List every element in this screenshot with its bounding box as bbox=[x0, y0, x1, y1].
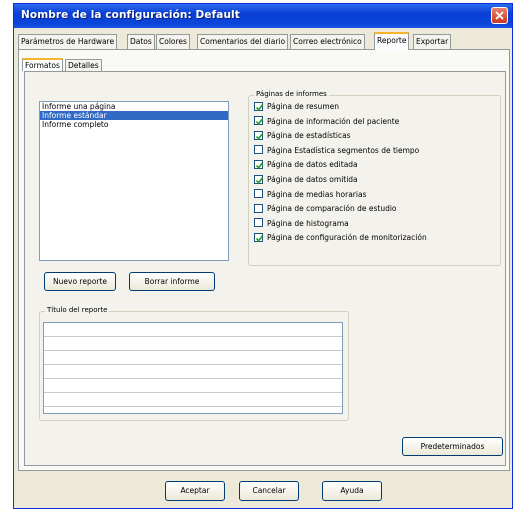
main-tabs: Parámetros de Hardware Datos Colores Com… bbox=[18, 32, 508, 50]
page-checkbox-row[interactable]: Página de medias horarias bbox=[254, 189, 366, 200]
window-title: Nombre de la configuración: Default bbox=[21, 9, 240, 21]
unchecked-checkbox[interactable] bbox=[254, 203, 263, 213]
unchecked-checkbox[interactable] bbox=[254, 145, 263, 155]
checkbox-label: Página Estadística segmentos de tiempo bbox=[267, 145, 420, 155]
checkbox-label: Página de datos omitida bbox=[267, 175, 358, 184]
subtab-formats[interactable]: Formatos bbox=[22, 58, 63, 71]
page-checkbox-row[interactable]: Página de datos omitida bbox=[254, 174, 358, 185]
report-title-group: Título del reporte bbox=[39, 306, 349, 421]
checkbox-label: Página de resumen bbox=[267, 102, 339, 111]
page-checkbox-row[interactable]: Página de comparación de estudio bbox=[254, 203, 397, 214]
close-icon bbox=[495, 11, 504, 20]
page-checkbox-row[interactable]: Página de información del paciente bbox=[254, 116, 399, 127]
report-list[interactable]: Informe una página Informe estándar Info… bbox=[39, 101, 229, 261]
page-checkbox-row[interactable]: Página de datos editada bbox=[254, 159, 358, 170]
title-line bbox=[44, 337, 342, 351]
defaults-button[interactable]: Predeterminados bbox=[402, 437, 503, 456]
title-line bbox=[44, 393, 342, 407]
tab-hardware[interactable]: Parámetros de Hardware bbox=[18, 34, 118, 49]
tab-export[interactable]: Exportar bbox=[413, 34, 452, 49]
checked-checkbox[interactable] bbox=[254, 174, 264, 184]
checkmark-icon bbox=[255, 132, 264, 140]
page-checkbox-row[interactable]: Página de configuración de monitorizació… bbox=[254, 232, 427, 243]
tab-colors[interactable]: Colores bbox=[156, 34, 190, 49]
title-line bbox=[44, 379, 342, 393]
title-line bbox=[44, 351, 342, 365]
title-line bbox=[44, 365, 342, 379]
close-button[interactable] bbox=[491, 7, 508, 24]
report-pages-group: Páginas de informes Página de resumen Pág… bbox=[248, 90, 501, 266]
list-item[interactable]: Informe una página bbox=[40, 102, 228, 111]
checkbox-label: Página de datos editada bbox=[267, 160, 358, 170]
formats-panel: Informe una página Informe estándar Info… bbox=[24, 71, 506, 466]
checked-checkbox[interactable] bbox=[254, 159, 264, 169]
checkbox-label: Página de medias horarias bbox=[267, 189, 367, 199]
checkmark-icon bbox=[255, 162, 264, 169]
checkmark-icon bbox=[255, 118, 264, 126]
new-report-button[interactable]: Nuevo reporte bbox=[44, 272, 116, 291]
accept-button[interactable]: Aceptar bbox=[165, 481, 225, 501]
title-bar[interactable]: Nombre de la configuración: Default bbox=[14, 4, 512, 28]
report-panel: Formatos Detalles Informe una página Inf… bbox=[18, 49, 510, 471]
tab-data[interactable]: Datos bbox=[127, 34, 155, 49]
checked-checkbox[interactable] bbox=[254, 116, 264, 126]
unchecked-checkbox[interactable] bbox=[254, 218, 263, 228]
checkbox-label: Página de configuración de monitorizació… bbox=[267, 233, 427, 243]
checkmark-icon bbox=[255, 103, 264, 111]
checkbox-label: Página de histograma bbox=[267, 218, 349, 228]
cancel-button[interactable]: Cancelar bbox=[239, 481, 299, 501]
checked-checkbox[interactable] bbox=[254, 232, 264, 242]
checkmark-icon bbox=[255, 176, 264, 184]
unchecked-checkbox[interactable] bbox=[254, 189, 263, 199]
page-checkbox-row[interactable]: Página de resumen bbox=[254, 101, 339, 112]
checkbox-label: Página de información del paciente bbox=[267, 116, 400, 126]
list-item[interactable]: Informe completo bbox=[40, 120, 228, 129]
configuration-window: Nombre de la configuración: Default Pará… bbox=[13, 3, 513, 509]
report-title-group-label: Título del reporte bbox=[45, 306, 110, 314]
delete-report-button[interactable]: Borrar informe bbox=[129, 272, 215, 291]
checked-checkbox[interactable] bbox=[254, 101, 264, 111]
checkbox-label: Página de comparación de estudio bbox=[267, 204, 397, 214]
tab-report[interactable]: Reporte bbox=[374, 32, 410, 50]
list-item-selected[interactable]: Informe estándar bbox=[40, 111, 228, 120]
checkmark-icon bbox=[255, 235, 264, 242]
tab-diary-comments[interactable]: Comentarios del diario bbox=[197, 34, 289, 49]
page-checkbox-row[interactable]: Página de histograma bbox=[254, 218, 349, 229]
page-checkbox-row[interactable]: Página de estadísticas bbox=[254, 130, 351, 141]
page-checkbox-row[interactable]: Página Estadística segmentos de tiempo bbox=[254, 145, 419, 156]
checkbox-label: Página de estadísticas bbox=[267, 131, 351, 141]
checked-checkbox[interactable] bbox=[254, 130, 264, 140]
title-line bbox=[44, 323, 342, 337]
report-pages-group-label: Páginas de informes bbox=[254, 90, 329, 98]
report-title-textbox[interactable] bbox=[43, 322, 343, 414]
help-button[interactable]: Ayuda bbox=[322, 481, 382, 501]
tab-email[interactable]: Correo electrónico bbox=[290, 34, 365, 49]
